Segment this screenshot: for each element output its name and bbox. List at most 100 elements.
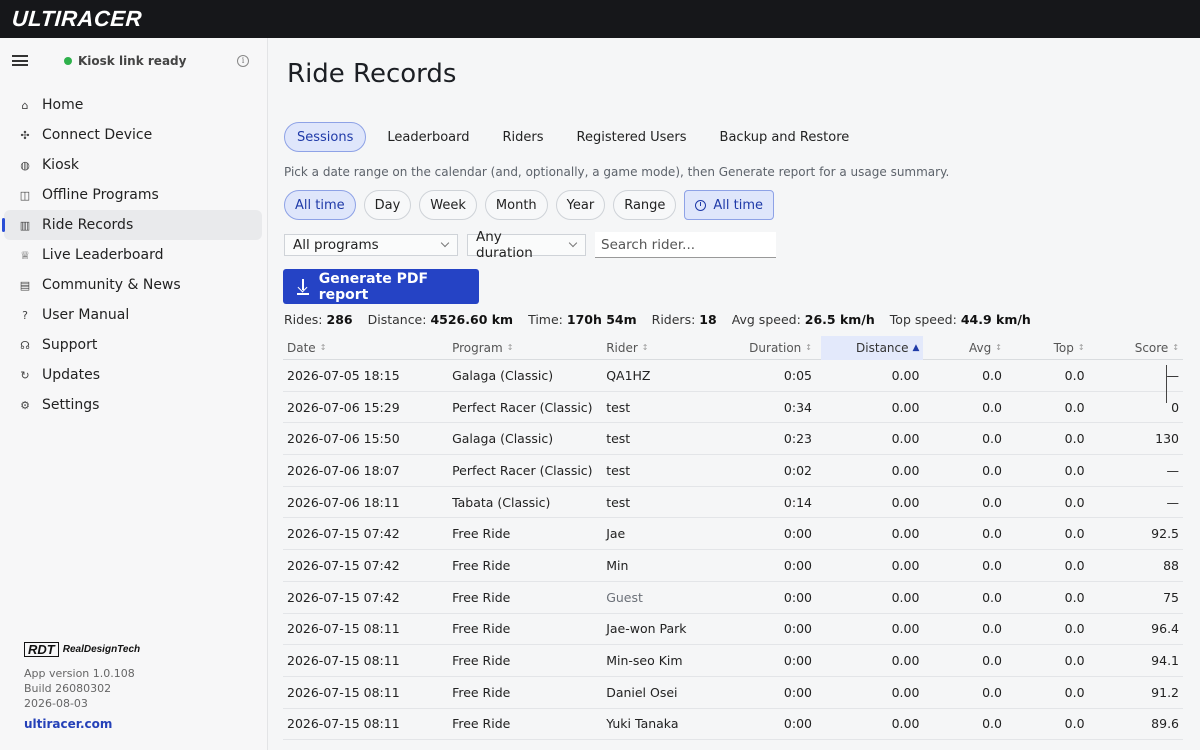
date-range-chip[interactable]: All time — [684, 190, 775, 220]
cell-program: Free Ride — [452, 684, 511, 700]
table-row[interactable]: 2026-07-15 08:11 Free Ride Yuki Tanaka 0:00… — [283, 709, 1183, 741]
table-row[interactable]: 2026-07-15 08:11 Free Ride Jae-won Park 0:0… — [283, 614, 1183, 646]
table-row[interactable]: 2026-07-15 08:11 Free Ride Min-seo Kim 0:00… — [283, 645, 1183, 677]
generate-pdf-button[interactable]: Generate PDF report — [283, 269, 479, 304]
table-row[interactable]: 2026-07-15 07:42 Free Ride Jae 0:00 0.00 0.0 0… — [283, 518, 1183, 551]
sidebar-item-home[interactable]: ⌂ Home — [4, 90, 262, 120]
cell-program: Galaga (Classic) — [452, 367, 554, 383]
app-version: App version 1.0.108 — [24, 667, 135, 680]
tab-leaderboard[interactable]: Leaderboard — [375, 122, 481, 152]
cell-date: 2026-07-05 18:15 — [287, 367, 400, 383]
tab-registered-users[interactable]: Registered Users — [565, 122, 699, 152]
cell-avg: 0.0 — [982, 494, 1002, 510]
tab-bar: Sessions Leaderboard Riders Registered User… — [284, 122, 870, 152]
table-row[interactable]: 2026-07-06 15:50 Galaga (Classic) test 0:23… — [283, 423, 1183, 456]
table-row[interactable]: 2026-07-06 15:29 Perfect Racer (Classic) t… — [283, 392, 1183, 424]
range-all-time[interactable]: All time — [284, 190, 356, 220]
table-row[interactable]: 2026-07-15 07:42 Free Ride Guest 0:00 0.00 0.… — [283, 582, 1183, 614]
menu-icon[interactable] — [12, 55, 28, 66]
table-row[interactable]: 2026-07-15 08:11 Free Ride Daniel Osei 0:00… — [283, 677, 1183, 709]
cell-score: 96.4 — [1151, 621, 1180, 637]
kiosk-status-label: Kiosk link ready — [78, 54, 187, 68]
sidebar-item-ride-records[interactable]: ▥ Ride Records — [2, 210, 262, 240]
table-row[interactable]: 2026-07-05 18:15 Galaga (Classic) QA1HZ 0:0… — [283, 360, 1183, 392]
sidebar-item-label: Connect Device — [42, 127, 153, 143]
tab-backup-and-restore[interactable]: Backup and Restore — [708, 122, 862, 152]
range-day[interactable]: Day — [363, 190, 412, 220]
table-row[interactable]: 2026-07-06 18:11 Tabata (Classic) test 0:14… — [283, 487, 1183, 519]
sidebar-item-live-leaderboard[interactable]: ♕ Live Leaderboard — [4, 240, 262, 270]
stat-value: 4526.60 km — [430, 312, 514, 327]
status-dot-icon — [64, 57, 72, 65]
cell-duration: 0:00 — [783, 653, 812, 669]
info-icon[interactable]: i — [237, 55, 249, 67]
col-program-label: Program — [452, 340, 503, 355]
col-distance[interactable]: Distance ▲ — [821, 335, 924, 360]
sidebar-item-user-manual[interactable]: ? User Manual — [4, 300, 262, 330]
cell-date: 2026-07-15 07:42 — [287, 557, 400, 573]
sidebar-item-kiosk[interactable]: ◍ Kiosk — [4, 150, 262, 180]
range-month[interactable]: Month — [484, 190, 548, 220]
cell-program: Free Ride — [452, 716, 511, 732]
cell-distance: 0.00 — [891, 494, 920, 510]
range-week[interactable]: Week — [419, 190, 477, 220]
stat-label: Riders: — [651, 312, 696, 327]
cell-avg: 0.0 — [982, 716, 1002, 732]
col-program[interactable]: Program ↕ — [448, 336, 602, 360]
cell-avg: 0.0 — [982, 653, 1002, 669]
sidebar-item-connect-device[interactable]: ✣ Connect Device — [4, 120, 262, 150]
sort-icon: ↕ — [641, 343, 649, 352]
cell-distance: 0.00 — [891, 462, 920, 478]
range-range[interactable]: Range — [613, 190, 677, 220]
table-row[interactable]: 2026-07-06 18:07 Perfect Racer (Classic) t… — [283, 455, 1183, 487]
website-link[interactable]: ultiracer.com — [24, 717, 244, 731]
sidebar-item-settings[interactable]: ⚙ Settings — [4, 390, 262, 420]
sidebar-item-community-news[interactable]: ▤ Community & News — [4, 270, 262, 300]
sidebar-item-support[interactable]: ☊ Support — [4, 330, 262, 360]
home-icon: ⌂ — [21, 98, 29, 112]
sessions-table: Date ↕ Program ↕ Rider ↕ Duration ↕ Distance… — [283, 335, 1183, 741]
cell-top: 0.0 — [1064, 621, 1085, 637]
scrollbar[interactable] — [1165, 365, 1167, 403]
sidebar-item-updates[interactable]: ↻ Updates — [4, 360, 262, 390]
cell-distance: 0.00 — [891, 589, 920, 605]
stat-value: 286 — [326, 312, 353, 327]
col-top[interactable]: Top ↕ — [1006, 336, 1089, 360]
sidebar-nav: ⌂ Home ✣ Connect Device ◍ Kiosk ◫ Offline Progr… — [0, 90, 268, 420]
duration-filter[interactable]: Any duration — [467, 229, 586, 261]
tab-sessions[interactable]: Sessions — [284, 122, 367, 152]
cell-rider: test — [606, 494, 631, 510]
rider-search-input[interactable] — [595, 232, 776, 258]
col-date[interactable]: Date ↕ — [283, 336, 448, 360]
cell-distance: 0.00 — [891, 526, 920, 542]
col-duration[interactable]: Duration ↕ — [731, 336, 816, 360]
table-row[interactable]: 2026-07-15 07:42 Free Ride Min 0:00 0.00 0.0 0… — [283, 550, 1183, 582]
sidebar-item-label: Community & News — [42, 277, 181, 293]
col-score[interactable]: Score ↕ — [1089, 336, 1183, 360]
sidebar-item-offline-programs[interactable]: ◫ Offline Programs — [4, 180, 262, 210]
cell-program: Free Ride — [452, 621, 511, 637]
date-range-chip-label: All time — [713, 197, 764, 213]
range-year[interactable]: Year — [555, 190, 606, 220]
col-rider[interactable]: Rider ↕ — [602, 336, 731, 360]
brand-mark: RDT — [24, 641, 59, 657]
cell-top: 0.0 — [1064, 716, 1085, 732]
tab-riders[interactable]: Riders — [491, 122, 556, 152]
cell-distance: 0.00 — [891, 557, 920, 573]
updates-icon: ↻ — [20, 368, 30, 382]
stat-label: Time: — [528, 312, 563, 327]
cell-duration: 0:00 — [783, 557, 812, 573]
sidebar-item-label: Updates — [42, 367, 100, 383]
user-manual-icon: ? — [22, 308, 28, 322]
cell-score: 88 — [1163, 557, 1180, 573]
col-avg[interactable]: Avg ↕ — [923, 336, 1006, 360]
cell-score: — — [1166, 494, 1180, 510]
cell-rider: test — [606, 399, 631, 415]
cell-duration: 0:23 — [783, 431, 812, 447]
cell-score: 91.2 — [1151, 684, 1180, 700]
cell-program: Perfect Racer (Classic) — [452, 462, 593, 478]
cell-top: 0.0 — [1064, 589, 1085, 605]
program-filter[interactable]: All programs — [284, 234, 458, 256]
cell-score: — — [1166, 367, 1180, 383]
cell-top: 0.0 — [1064, 494, 1085, 510]
